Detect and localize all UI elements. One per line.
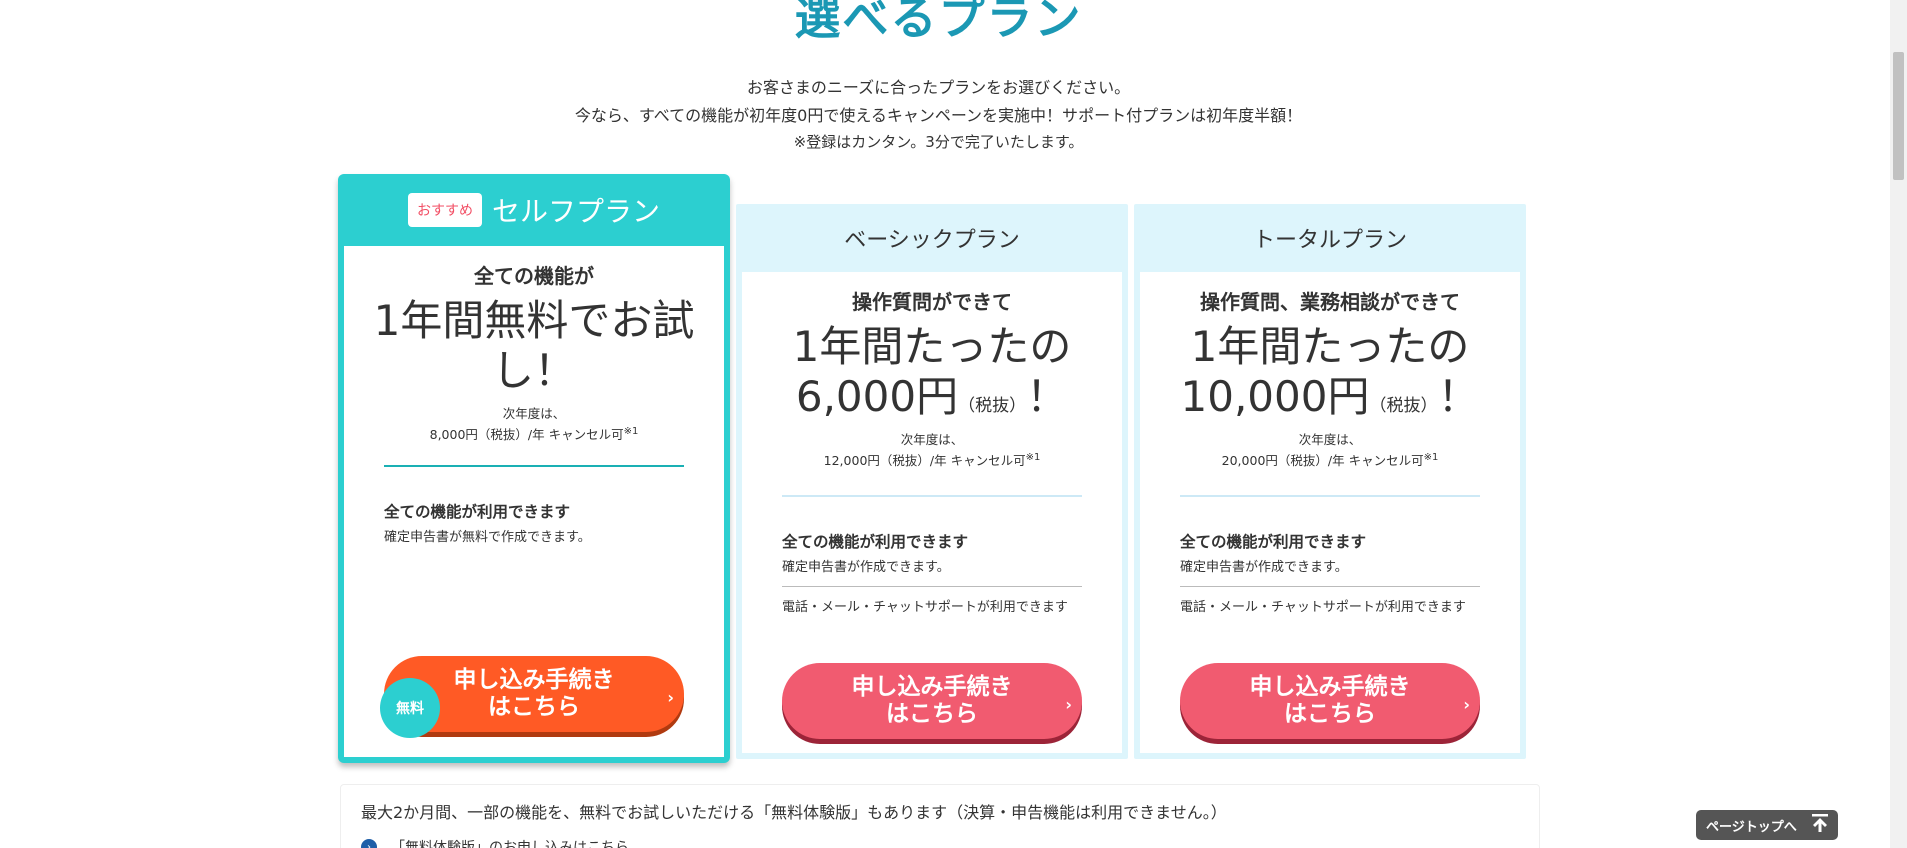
plan-card-body: 操作質問ができて 1年間たったの 6,000円（税抜）！ 次年度は、 12,00… (742, 272, 1122, 753)
trial-apply-link[interactable]: › 「無料体験版」のお申し込みはこちら (361, 837, 629, 848)
price-line-1: 1年間無料でお試 (373, 296, 695, 345)
feature-separator (1180, 586, 1480, 587)
divider (782, 495, 1082, 497)
plan-card-header: ベーシックプラン (736, 204, 1128, 272)
plan-lead: 操作質問、業務相談ができて (1200, 290, 1460, 314)
next-year-amount: 12,000円（税抜）/年 キャンセル可 (823, 453, 1026, 469)
trial-link-label: 「無料体験版」のお申し込みはこちら (391, 840, 629, 848)
campaign-text: 今なら、すべての機能が初年度0円で使えるキャンペーンを実施中！サポート付プランは… (574, 106, 1303, 125)
page-top-button[interactable]: ページトップへ (1696, 810, 1838, 840)
price-amount: 10,000円 (1180, 372, 1370, 421)
feature-title: 全ての機能が利用できます (384, 503, 571, 521)
plan-card-header: おすすめ セルフプラン (338, 174, 730, 246)
page-top-label: ページトップへ (1706, 819, 1797, 835)
next-year-amount: 8,000円（税抜）/年 キャンセル可 (429, 427, 624, 443)
plan-name: トータルプラン (1252, 228, 1407, 253)
feature-title: 全ての機能が利用できます (782, 533, 969, 551)
apply-button-total[interactable]: 申し込み手続き はこちら › (1180, 663, 1480, 739)
chevron-right-icon: › (1463, 695, 1470, 714)
support-feature: 電話・メール・チャットサポートが利用できます (1180, 600, 1466, 615)
plan-card-basic: ベーシックプラン 操作質問ができて 1年間たったの 6,000円（税抜）！ 次年… (736, 204, 1128, 759)
plan-lead: 操作質問ができて (852, 290, 1012, 314)
plan-name: セルフプラン (491, 195, 660, 228)
plan-price-headline: 1年間たったの 10,000円（税抜）！ (1140, 322, 1520, 431)
feature-description: 確定申告書が作成できます。 (1180, 560, 1348, 575)
plan-name: ベーシックプラン (844, 228, 1020, 253)
recommended-badge: おすすめ (407, 193, 482, 227)
page: 選べるプラン お客さまのニーズに合ったプランをお選びください。 今なら、すべての… (0, 0, 1907, 848)
trial-info-box: 最大2か月間、一部の機能を、無料でお試しいただける「無料体験版」もあります（決算… (340, 784, 1540, 848)
price-line-2: し！ (491, 346, 576, 395)
price-amount: 6,000円 (795, 372, 959, 421)
chevron-right-icon: › (1065, 695, 1072, 714)
feature-description: 確定申告書が作成できます。 (782, 560, 950, 575)
arrow-up-icon (1811, 813, 1829, 837)
price-tax-note: （税抜） (958, 396, 1027, 416)
plan-price-headline: 1年間たったの 6,000円（税抜）！ (742, 322, 1122, 431)
divider (1180, 495, 1480, 497)
chevron-right-icon: › (667, 688, 674, 707)
vertical-scrollbar[interactable] (1890, 0, 1907, 848)
chevron-right-circle-icon: › (361, 839, 377, 848)
plan-card-total: トータルプラン 操作質問、業務相談ができて 1年間たったの 10,000円（税抜… (1134, 204, 1526, 759)
support-feature: 電話・メール・チャットサポートが利用できます (782, 600, 1068, 615)
next-year-price: 次年度は、 8,000円（税抜）/年 キャンセル可※1 (344, 405, 724, 444)
feature-description: 確定申告書が無料で作成できます。 (384, 530, 591, 545)
footnote-mark: ※1 (623, 426, 639, 437)
next-year-price: 次年度は、 12,000円（税抜）/年 キャンセル可※1 (742, 431, 1122, 470)
footnote-mark: ※1 (1025, 452, 1041, 463)
feature-separator (782, 586, 1082, 587)
price-exclaim: ！ (1437, 372, 1480, 421)
intro-text: お客さまのニーズに合ったプランをお選びください。 (746, 78, 1131, 97)
plan-lead: 全ての機能が (474, 264, 594, 288)
plan-card-self: おすすめ セルフプラン 全ての機能が 1年間無料でお試 し！ 次年度は、 8,0… (338, 174, 730, 763)
price-line-1: 1年間たったの (1190, 322, 1470, 371)
next-year-price: 次年度は、 20,000円（税抜）/年 キャンセル可※1 (1140, 431, 1520, 470)
apply-button-label: 申し込み手続き はこちら (851, 674, 1013, 727)
plan-card-header: トータルプラン (1134, 204, 1526, 272)
feature-title: 全ての機能が利用できます (1180, 533, 1367, 551)
plan-card-body: 操作質問、業務相談ができて 1年間たったの 10,000円（税抜）！ 次年度は、… (1140, 272, 1520, 753)
price-tax-note: （税抜） (1369, 396, 1438, 416)
footnote-mark: ※1 (1423, 452, 1439, 463)
plan-card-body: 全ての機能が 1年間無料でお試 し！ 次年度は、 8,000円（税抜）/年 キャ… (344, 246, 724, 757)
free-badge: 無料 (380, 678, 440, 738)
divider (384, 465, 684, 467)
scrollbar-thumb[interactable] (1893, 52, 1904, 180)
apply-button-basic[interactable]: 申し込み手続き はこちら › (782, 663, 1082, 739)
next-year-label: 次年度は、 (502, 406, 566, 421)
section-title: 選べるプラン (794, 0, 1083, 45)
registration-note: ※登録はカンタン。3分で完了いたします。 (793, 133, 1084, 151)
trial-description: 最大2か月間、一部の機能を、無料でお試しいただける「無料体験版」もあります（決算… (361, 803, 1227, 822)
next-year-label: 次年度は、 (1298, 432, 1362, 447)
apply-button-label: 申し込み手続き はこちら (1249, 674, 1411, 727)
plan-price-headline: 1年間無料でお試 し！ (344, 296, 724, 396)
next-year-label: 次年度は、 (900, 432, 964, 447)
apply-button-label: 申し込み手続き はこちら (453, 667, 615, 720)
next-year-amount: 20,000円（税抜）/年 キャンセル可 (1221, 453, 1424, 469)
price-line-1: 1年間たったの (792, 322, 1072, 371)
price-exclaim: ！ (1026, 372, 1069, 421)
